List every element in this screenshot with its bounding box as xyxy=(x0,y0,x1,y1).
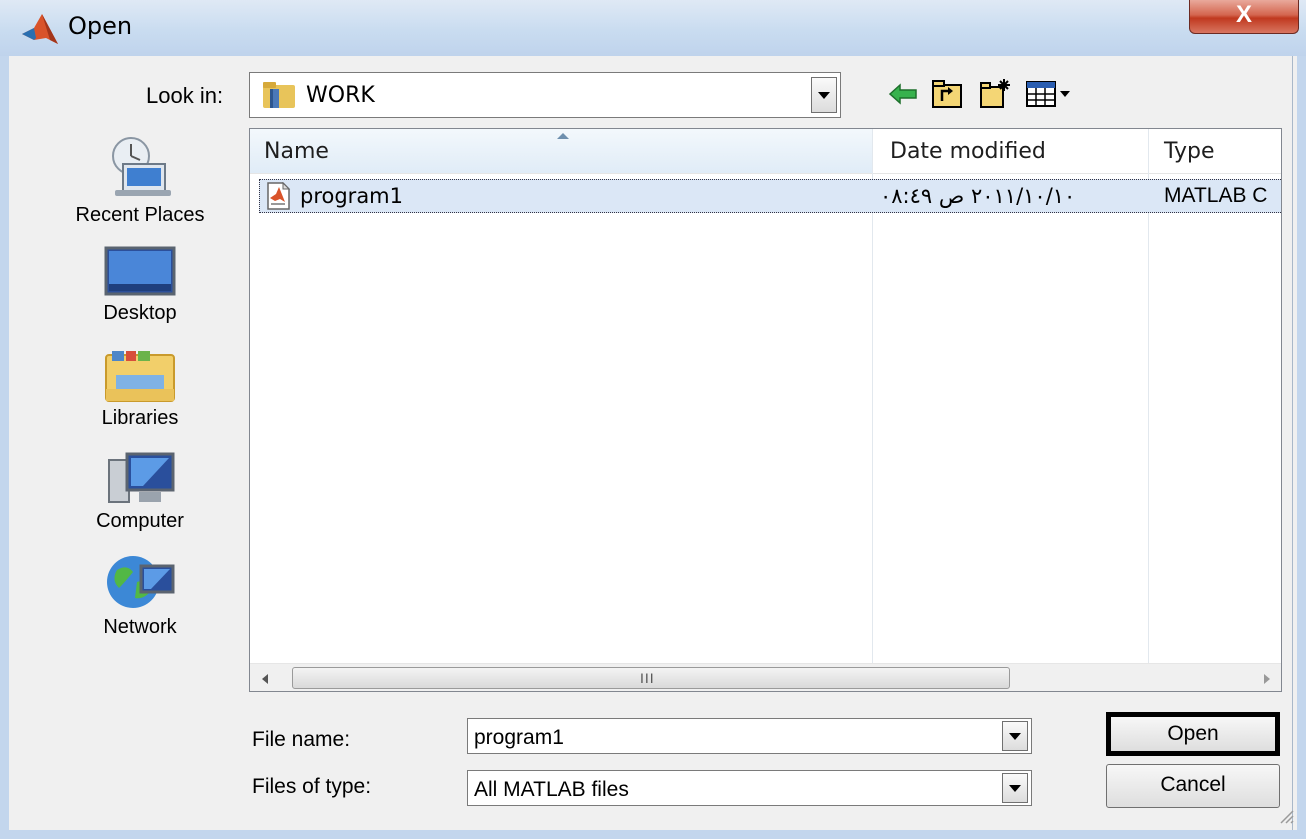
window-title: Open xyxy=(68,12,133,40)
sort-ascending-icon xyxy=(557,133,569,139)
cancel-button[interactable]: Cancel xyxy=(1106,764,1280,808)
filename-input[interactable]: program1 xyxy=(467,718,1032,754)
column-type[interactable]: Type xyxy=(1164,139,1215,164)
window-frame-right xyxy=(1297,56,1306,839)
back-arrow-icon[interactable] xyxy=(886,77,920,111)
scroll-right-arrow-icon[interactable] xyxy=(1264,674,1270,684)
filename-value: program1 xyxy=(474,726,564,749)
close-button[interactable]: X xyxy=(1189,0,1299,34)
computer-icon xyxy=(108,452,175,503)
scrollbar-thumb[interactable]: III xyxy=(292,667,1010,689)
scroll-left-arrow-icon[interactable] xyxy=(262,674,268,684)
recent-places-icon xyxy=(112,137,171,196)
up-folder-icon[interactable] xyxy=(930,77,964,111)
place-network[interactable]: Network xyxy=(40,552,240,639)
lookin-dropdown-button[interactable] xyxy=(811,77,837,113)
file-date-modified: ٢٠١١/١٠/١٠ ص ٠٨:٤٩ xyxy=(880,184,1076,208)
scroll-grip-icon: III xyxy=(640,670,655,686)
place-computer[interactable]: Computer xyxy=(40,452,240,533)
network-icon xyxy=(107,556,175,608)
place-label: Computer xyxy=(96,510,184,532)
lookin-combobox[interactable]: WORK xyxy=(249,72,841,118)
close-icon: X xyxy=(1235,1,1252,28)
column-name[interactable]: Name xyxy=(264,139,329,164)
file-row-program1[interactable]: program1 ٢٠١١/١٠/١٠ ص ٠٨:٤٩ MATLAB C xyxy=(259,179,1281,213)
place-desktop[interactable]: Desktop xyxy=(40,246,240,325)
title-bar[interactable]: Open X xyxy=(0,0,1306,56)
place-label: Libraries xyxy=(101,407,179,429)
new-folder-icon[interactable] xyxy=(978,77,1012,111)
file-list-header: Name Date modified Type xyxy=(250,129,1281,174)
file-type: MATLAB C xyxy=(1164,184,1268,207)
filetype-value: All MATLAB files xyxy=(474,778,629,801)
window-frame-left xyxy=(0,56,9,839)
libraries-icon xyxy=(105,351,175,402)
place-label: Recent Places xyxy=(75,204,205,226)
folder-icon xyxy=(263,82,295,108)
place-label: Network xyxy=(103,616,177,638)
file-name: program1 xyxy=(300,184,404,208)
column-date-modified[interactable]: Date modified xyxy=(890,139,1046,164)
view-menu-icon[interactable] xyxy=(1024,77,1072,111)
inner-border xyxy=(1292,56,1293,830)
lookin-value: WORK xyxy=(306,83,375,108)
filename-dropdown-button[interactable] xyxy=(1002,721,1028,751)
lookin-label: Look in: xyxy=(146,83,224,108)
place-label: Desktop xyxy=(103,302,177,324)
filetype-select[interactable]: All MATLAB files xyxy=(467,770,1032,806)
filename-label: File name: xyxy=(252,728,351,751)
place-libraries[interactable]: Libraries xyxy=(40,349,240,430)
file-list[interactable]: Name Date modified Type program1 ٢٠١١/١٠… xyxy=(249,128,1282,692)
desktop-icon xyxy=(104,246,176,296)
open-button[interactable]: Open xyxy=(1106,712,1280,756)
resize-grip-icon[interactable] xyxy=(1278,808,1294,824)
window-frame-bottom xyxy=(0,830,1306,839)
horizontal-scrollbar[interactable]: III xyxy=(250,663,1281,691)
matlab-file-icon xyxy=(267,182,291,210)
filetype-dropdown-button[interactable] xyxy=(1002,773,1028,803)
place-recent-places[interactable]: Recent Places xyxy=(40,134,240,227)
filetype-label: Files of type: xyxy=(252,775,372,798)
matlab-logo-icon xyxy=(22,14,58,44)
